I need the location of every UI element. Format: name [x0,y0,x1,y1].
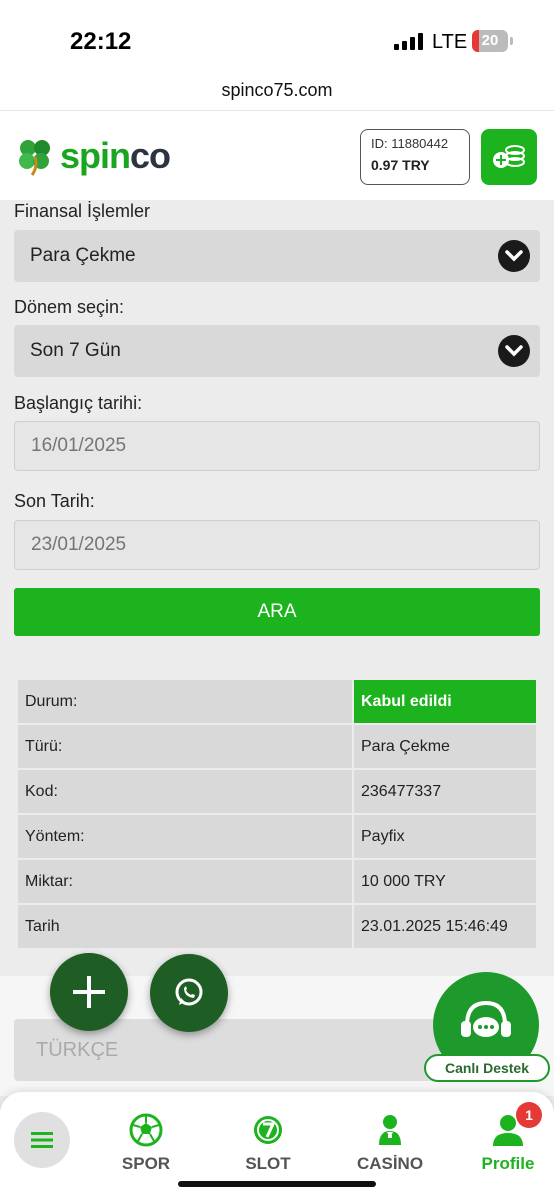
row-value: Para Çekme [354,725,536,770]
address-bar[interactable]: spinco75.com [0,80,554,110]
live-support-label[interactable]: Canlı Destek [424,1054,550,1082]
dealer-icon [379,1115,401,1145]
row-key: Yöntem: [18,815,352,860]
battery-tip [510,37,513,45]
hamburger-icon [31,1132,53,1148]
status-badge: Kabul edildi [354,680,536,725]
nav-item-casino[interactable]: CASİNO [340,1110,440,1174]
end-date-label: Son Tarih: [14,491,95,511]
site-header: spinco ID: 11880442 0.97 TRY [0,110,554,200]
signal-icon [394,32,423,50]
row-value: 10 000 TRY [354,860,536,905]
account-box[interactable]: ID: 11880442 0.97 TRY [360,129,470,185]
soccer-ball-icon [129,1113,163,1147]
whatsapp-button[interactable] [150,954,228,1032]
row-key: Tarih [18,905,352,950]
nav-item-profile[interactable]: 1 Profile [458,1102,554,1174]
notification-badge: 1 [516,1102,542,1128]
row-value: Payfix [354,815,536,860]
nav-label: CASİNO [356,1154,424,1173]
battery-level: 20 [481,32,499,49]
site-logo[interactable]: spinco [14,135,171,177]
end-date-input[interactable] [14,520,540,570]
plus-icon [73,976,105,1008]
table-row: Durum: Kabul edildi [18,680,536,725]
nav-label: SLOT [245,1154,291,1173]
coins-plus-icon [493,145,525,168]
user-id: ID: 11880442 [371,136,449,151]
transaction-type-value: Para Çekme [30,245,136,266]
home-indicator [178,1181,376,1187]
table-row: Miktar: 10 000 TRY [18,860,536,905]
status-bar: 22:12 LTE 20 [0,0,554,80]
clock: 22:12 [70,28,132,55]
period-value: Son 7 Gün [30,340,121,361]
slot-seven-icon [254,1116,282,1144]
balance: 0.97 TRY [371,157,430,173]
plus-fab-button[interactable] [50,953,128,1031]
network-type: LTE [432,31,468,53]
chevron-down-icon [498,240,530,272]
transaction-details-table: Durum: Kabul edildi Türü: Para Çekme Kod… [16,680,538,950]
table-row: Tarih 23.01.2025 15:46:49 [18,905,536,950]
chevron-down-icon [498,335,530,367]
battery-icon: 20 [472,30,508,52]
start-date-input[interactable] [14,421,540,471]
row-key: Kod: [18,770,352,815]
table-row: Türü: Para Çekme [18,725,536,770]
brand-name: spinco [60,135,171,177]
brand-part1: spin [60,135,131,176]
row-key: Durum: [18,680,352,725]
clover-icon [19,140,50,176]
nav-label: Profile [481,1154,535,1173]
language-value: TÜRKÇE [36,1039,119,1061]
nav-item-spor[interactable]: SPOR [96,1110,196,1174]
table-row: Kod: 236477337 [18,770,536,815]
deposit-button[interactable] [481,129,537,185]
period-select[interactable]: Son 7 Gün [14,325,540,377]
nav-item-slot[interactable]: SLOT [218,1110,318,1174]
row-value: 23.01.2025 15:46:49 [354,905,536,950]
headset-chat-icon [461,1000,511,1037]
search-button[interactable]: ARA [14,588,540,636]
brand-part2: co [130,135,171,176]
row-key: Miktar: [18,860,352,905]
menu-button[interactable] [14,1112,70,1168]
start-date-label: Başlangıç tarihi: [14,393,143,413]
row-key: Türü: [18,725,352,770]
transaction-type-select[interactable]: Para Çekme [14,230,540,282]
table-row: Yöntem: Payfix [18,815,536,860]
row-value: 236477337 [354,770,536,815]
whatsapp-icon [175,978,203,1006]
nav-label: SPOR [121,1154,171,1173]
period-label: Dönem seçin: [14,297,125,317]
url-text: spinco75.com [221,80,333,100]
transactions-label: Finansal İşlemler [14,201,151,221]
